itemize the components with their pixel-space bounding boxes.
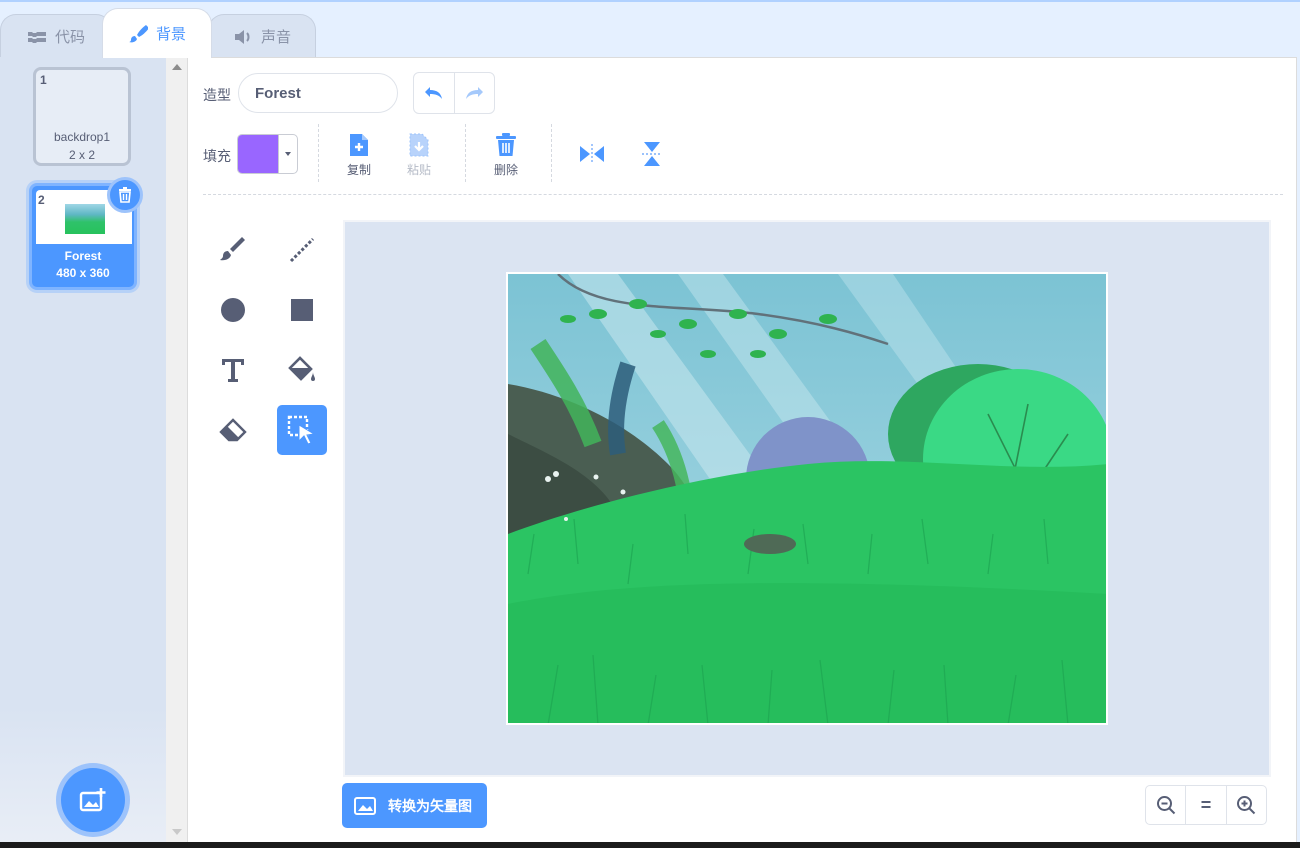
costume-name-label: 造型 [203, 87, 231, 103]
flip-horizontal-button[interactable] [578, 140, 606, 168]
flip-vertical-icon [642, 142, 662, 166]
fill-bucket-icon [288, 356, 315, 381]
paste-label: 粘贴 [406, 163, 431, 177]
paste-button[interactable]: 粘贴 [399, 132, 439, 178]
redo-icon [466, 87, 484, 99]
circle-tool[interactable] [208, 285, 258, 335]
zoom-in-icon [1237, 796, 1256, 815]
trash-icon [486, 132, 526, 158]
zoom-in-button[interactable] [1225, 786, 1266, 824]
convert-to-vector-label: 转换为矢量图 [388, 797, 472, 814]
undo-redo-group [413, 72, 495, 114]
copy-button[interactable]: 复制 [339, 132, 379, 178]
backdrop-name: backdrop1 [53, 130, 111, 144]
backdrop-number: 2 [38, 193, 45, 207]
redo-button[interactable] [453, 73, 494, 113]
editor-tabs: 代码 声音 背景 [0, 8, 330, 58]
text-icon [222, 359, 244, 382]
copy-label: 复制 [346, 163, 371, 177]
fill-tool[interactable] [277, 345, 327, 395]
toolbar-separator [203, 194, 1283, 195]
scroll-down-arrow-icon[interactable] [172, 829, 182, 835]
tab-code[interactable]: 代码 [0, 14, 112, 58]
backdrop-item-1[interactable]: 1 backdrop1 2 x 2 [33, 67, 131, 166]
add-image-icon [79, 788, 106, 812]
list-scrollbar[interactable] [166, 57, 188, 848]
forest-backdrop-image[interactable] [506, 272, 1108, 725]
bottom-edge [0, 842, 1300, 848]
toolbar-divider [465, 124, 466, 182]
delete-button[interactable]: 删除 [486, 132, 526, 178]
zoom-controls: = [1145, 785, 1267, 825]
fill-label: 填充 [203, 148, 231, 164]
delete-label: 删除 [493, 163, 518, 177]
window-top-border [0, 0, 1300, 2]
tab-backdrops[interactable]: 背景 [102, 8, 212, 58]
eraser-icon [219, 418, 247, 442]
brush-icon [220, 237, 245, 261]
text-tool[interactable] [208, 345, 258, 395]
code-blocks-icon [27, 27, 47, 47]
fill-color-picker[interactable] [237, 134, 298, 174]
delete-backdrop-button[interactable] [107, 177, 143, 213]
backdrop-size: 480 x 360 [56, 266, 110, 280]
paste-icon [399, 132, 439, 158]
flip-vertical-button[interactable] [638, 140, 666, 168]
undo-icon [424, 87, 442, 99]
costume-name-input[interactable] [238, 73, 398, 113]
rectangle-icon [291, 299, 313, 321]
flip-horizontal-icon [580, 144, 604, 164]
paintbrush-icon [128, 24, 148, 44]
image-icon [354, 796, 376, 815]
tab-sounds-label: 声音 [260, 29, 291, 46]
backdrop-thumbnail [65, 204, 105, 234]
select-tool[interactable] [277, 405, 327, 455]
brush-tool[interactable] [208, 225, 258, 275]
zoom-reset-button[interactable]: = [1185, 786, 1225, 824]
scroll-up-arrow-icon[interactable] [172, 64, 182, 70]
forest-illustration [508, 274, 1106, 723]
convert-to-vector-button[interactable]: 转换为矢量图 [342, 783, 487, 828]
backdrop-name: Forest [64, 249, 102, 263]
line-icon [289, 237, 315, 263]
undo-button[interactable] [414, 73, 454, 113]
zoom-out-button[interactable] [1146, 786, 1185, 824]
backdrop-list-pane [0, 57, 166, 848]
fill-color-swatch [238, 135, 278, 173]
rectangle-tool[interactable] [277, 285, 327, 335]
trash-icon [119, 187, 131, 203]
speaker-icon [233, 27, 253, 47]
select-icon [287, 415, 316, 445]
zoom-out-icon [1156, 796, 1175, 815]
copy-icon [339, 132, 379, 158]
backdrop-number: 1 [40, 73, 47, 87]
zoom-reset-label: = [1200, 794, 1212, 815]
circle-icon [221, 298, 245, 322]
toolbar-divider [551, 124, 552, 182]
eraser-tool[interactable] [208, 405, 258, 455]
line-tool[interactable] [277, 225, 327, 275]
choose-backdrop-button[interactable] [61, 768, 125, 832]
tab-backdrops-label: 背景 [155, 26, 186, 43]
backdrop-size: 2 x 2 [68, 148, 95, 162]
dropdown-arrow-icon [278, 135, 297, 173]
tab-sounds[interactable]: 声音 [208, 14, 316, 58]
tab-code-label: 代码 [54, 29, 85, 46]
toolbar-divider [318, 124, 319, 182]
